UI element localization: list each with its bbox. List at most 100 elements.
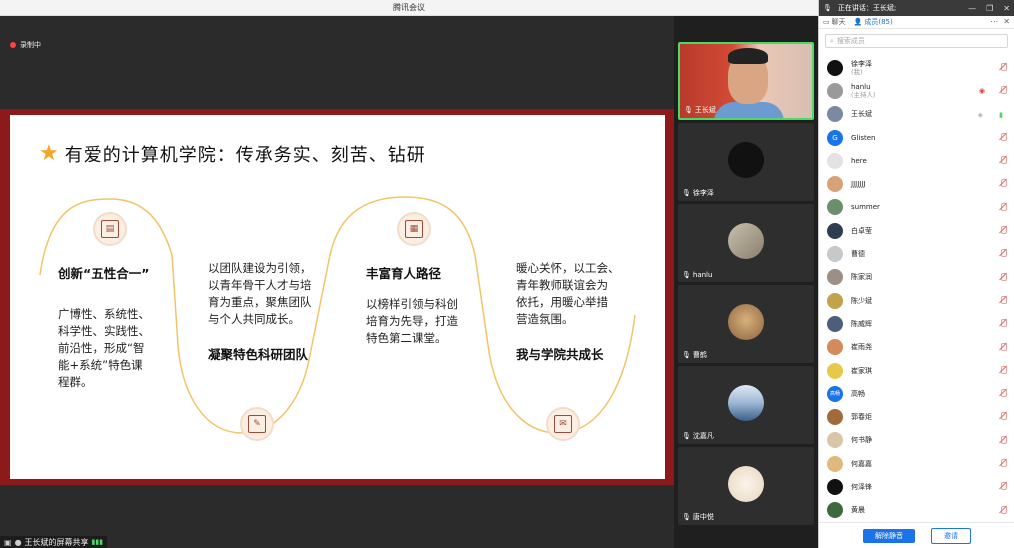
avatar <box>827 478 843 495</box>
mic-off-icon[interactable] <box>999 389 1007 398</box>
mic-off-icon[interactable] <box>999 132 1007 142</box>
avatar <box>827 199 843 216</box>
list-item[interactable]: 崔家琪 <box>819 359 1014 382</box>
unmute-all-button[interactable]: 解除静音 <box>863 528 915 543</box>
mic-off-icon[interactable] <box>999 412 1007 421</box>
video-tile-speaker[interactable]: 🎙 王长斌 <box>678 42 814 120</box>
mic-off-icon[interactable] <box>999 86 1007 95</box>
avatar <box>827 339 843 356</box>
avatar <box>827 59 843 76</box>
mic-off-icon[interactable] <box>999 156 1007 165</box>
video-tile[interactable]: 🎙 沈嘉凡 <box>678 366 814 444</box>
search-icon: ⌕ <box>830 36 834 45</box>
avatar <box>827 502 843 519</box>
list-item[interactable]: JJJJJJJ <box>819 172 1014 195</box>
avatar: 高畅 <box>827 385 843 402</box>
avatar: G <box>827 129 843 146</box>
presentation-slide: ★ 有爱的计算机学院：传承务实、刻苦、钻研 ▤ ✎ ▦ ✉ 创新“五性合一” 广… <box>0 109 674 485</box>
mic-off-icon[interactable] <box>999 249 1007 258</box>
shared-screen-stage: 录制中 ★ 有爱的计算机学院：传承务实、刻苦、钻研 ▤ ✎ ▦ ✉ 创新“五性合… <box>0 16 674 548</box>
mic-off-icon[interactable] <box>999 202 1007 212</box>
mic-off-icon[interactable] <box>999 435 1007 445</box>
video-tile[interactable]: 🎙 曹鹤 <box>678 285 814 363</box>
list-item[interactable]: 陈少斌 <box>819 289 1014 312</box>
window-title: 腾讯会议 <box>393 3 425 12</box>
star-icon: ★ <box>39 141 59 166</box>
avatar <box>827 455 843 472</box>
recording-indicator: 录制中 <box>10 40 41 50</box>
window-titlebar: 腾讯会议 <box>0 0 818 16</box>
speaker-icon: 🎙 <box>823 4 832 12</box>
list-item[interactable]: 高畅 高畅 <box>819 382 1014 405</box>
list-item[interactable]: 黄晨 <box>819 499 1014 522</box>
mic-off-icon[interactable] <box>999 459 1007 468</box>
video-tile[interactable]: 🎙 徐李泽 <box>678 123 814 201</box>
avatar <box>728 385 764 421</box>
list-item[interactable]: here <box>819 149 1014 172</box>
screen-share-label: ▣ ● 王长斌的屏幕共享 ▮▮▮ <box>0 536 108 548</box>
video-strip: 🎙 王长斌 🎙 徐李泽 🎙 hanlu 🎙 曹鹤 🎙 沈嘉凡 🎙 唐中悦 <box>674 16 818 548</box>
mic-off-icon[interactable] <box>999 295 1007 305</box>
mic-off-icon[interactable] <box>999 319 1007 328</box>
list-item[interactable]: G Glisten <box>819 126 1014 149</box>
mic-off-icon[interactable] <box>999 365 1007 375</box>
video-tile[interactable]: 🎙 唐中悦 <box>678 447 814 525</box>
growth-icon: ✉ <box>546 407 580 441</box>
education-icon: ▦ <box>397 212 431 246</box>
avatar <box>827 269 843 286</box>
signal-icon: ▮▮▮ <box>91 538 104 546</box>
list-item[interactable]: 曹德 <box>819 242 1014 265</box>
list-item[interactable]: 郭春炬 <box>819 405 1014 428</box>
avatar <box>728 466 764 502</box>
list-item[interactable]: 崔雨尧 <box>819 336 1014 359</box>
tab-chat[interactable]: ▭ 聊天 <box>819 17 850 27</box>
close-icon[interactable]: ✕ <box>1003 4 1010 13</box>
close-icon[interactable]: ✕ <box>1003 17 1010 26</box>
avatar <box>827 246 843 263</box>
mic-off-icon[interactable] <box>999 342 1007 352</box>
mic-off-icon: 🎙 <box>682 351 691 359</box>
members-panel: 🎙 正在讲话：王长斌; — ❐ ✕ ▭ 聊天 👤 成员(85) ⋯ ✕ ⌕ 搜索成员… <box>818 0 1014 548</box>
avatar <box>827 152 843 169</box>
panel-footer: 解除静音 邀请 <box>819 522 1014 548</box>
monitor-icon: ▣ <box>4 537 12 547</box>
col-research-team: 以团队建设为引领， 以青年骨干人才与培 育为重点，聚焦团队 与个人共同成长。 凝… <box>208 261 312 362</box>
list-item[interactable]: 陈家润 <box>819 266 1014 289</box>
mic-off-icon[interactable] <box>999 63 1007 72</box>
avatar <box>827 106 843 123</box>
list-item[interactable]: 白卓莹 <box>819 219 1014 242</box>
mic-off-icon[interactable] <box>999 482 1007 491</box>
list-item[interactable]: hanlu (主持人) ◉ <box>819 79 1014 102</box>
avatar <box>827 409 843 426</box>
minimize-icon[interactable]: — <box>968 4 976 13</box>
restore-icon[interactable]: ❐ <box>986 4 993 13</box>
mic-icon: 🎙 <box>684 106 693 114</box>
video-tile[interactable]: 🎙 hanlu <box>678 204 814 282</box>
list-item[interactable]: 何书静 <box>819 429 1014 452</box>
mic-off-icon[interactable] <box>999 226 1007 235</box>
mic-on-icon[interactable]: ▮ <box>999 111 1003 119</box>
avatar <box>827 362 843 379</box>
tab-members[interactable]: 👤 成员(85) <box>850 17 897 27</box>
list-item[interactable]: summer <box>819 196 1014 219</box>
list-item[interactable]: 王长斌 ◈ ▮ <box>819 103 1014 126</box>
record-dot-icon <box>10 42 16 48</box>
list-item[interactable]: 徐李泽 (我) <box>819 56 1014 79</box>
invite-button[interactable]: 邀请 <box>931 527 971 544</box>
list-item[interactable]: 何泽锋 <box>819 475 1014 498</box>
mic-off-icon[interactable] <box>999 272 1007 282</box>
chat-icon: ▭ <box>823 18 830 26</box>
list-item[interactable]: 陈威辉 <box>819 312 1014 335</box>
panel-header: 🎙 正在讲话：王长斌; — ❐ ✕ <box>819 0 1014 16</box>
search-input[interactable]: ⌕ 搜索成员 <box>825 34 1008 48</box>
slide-canvas: ★ 有爱的计算机学院：传承务实、刻苦、钻研 ▤ ✎ ▦ ✉ 创新“五性合一” 广… <box>10 115 665 479</box>
avatar <box>827 82 843 99</box>
research-icon: ✎ <box>240 407 274 441</box>
col-innovation: 创新“五性合一” 广博性、系统性、 科学性、实践性、 前沿性，形成“智 能+系统… <box>58 266 150 389</box>
more-icon[interactable]: ⋯ <box>990 17 998 26</box>
list-item[interactable]: 何嘉嘉 <box>819 452 1014 475</box>
curriculum-icon: ▤ <box>93 212 127 246</box>
avatar <box>827 292 843 309</box>
mic-off-icon[interactable] <box>999 179 1007 188</box>
mic-off-icon[interactable] <box>999 505 1007 515</box>
